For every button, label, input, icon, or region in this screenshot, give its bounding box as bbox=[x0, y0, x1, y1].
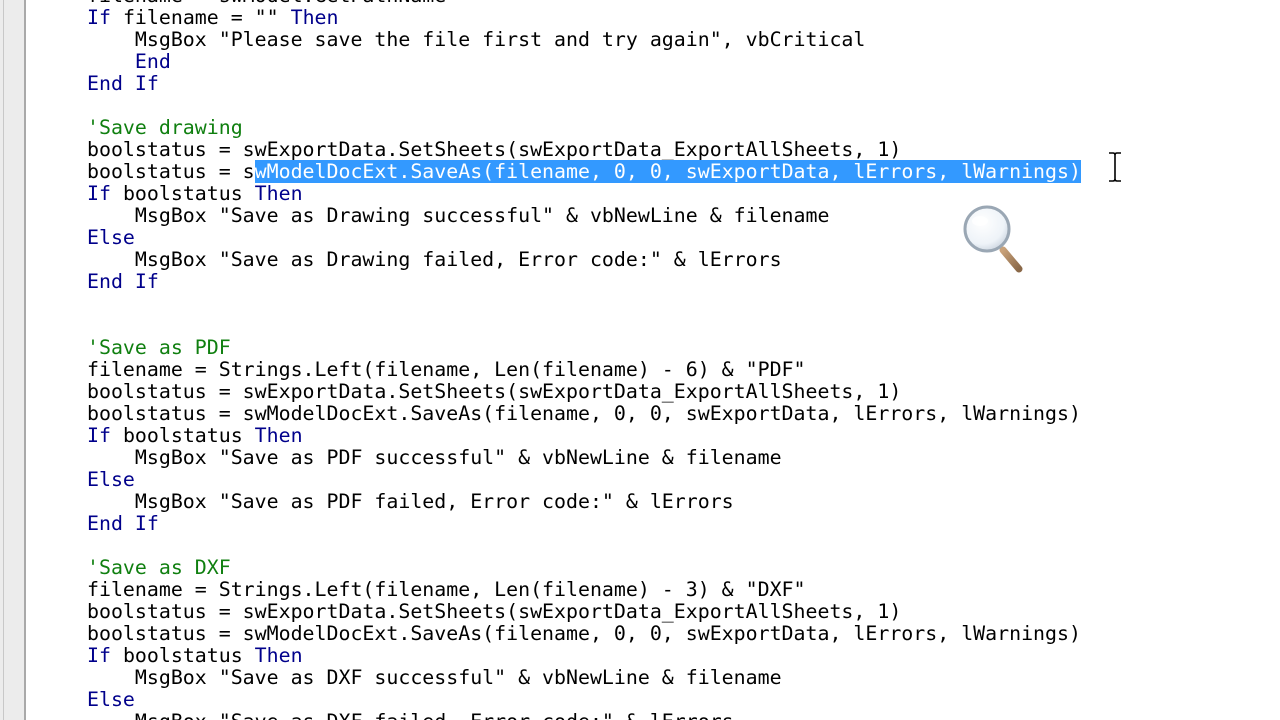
code-line[interactable]: Else bbox=[87, 469, 1081, 491]
code-text: MsgBox "Save as PDF successful" & vbNewL… bbox=[87, 446, 782, 469]
code-editor[interactable]: filename = swModel.GetPathNameIf filenam… bbox=[0, 0, 1280, 720]
code-keyword: If bbox=[87, 644, 123, 667]
editor-left-margin bbox=[0, 0, 26, 720]
code-line[interactable]: MsgBox "Save as PDF successful" & vbNewL… bbox=[87, 447, 1081, 469]
code-line[interactable]: Else bbox=[87, 227, 1081, 249]
code-text: MsgBox "Save as DXF failed, Error code:"… bbox=[87, 710, 734, 720]
code-keyword: End If bbox=[87, 512, 159, 535]
code-keyword: If bbox=[87, 182, 123, 205]
code-text: MsgBox "Please save the file first and t… bbox=[87, 28, 866, 51]
code-line[interactable]: If boolstatus Then bbox=[87, 645, 1081, 667]
code-line[interactable]: MsgBox "Please save the file first and t… bbox=[87, 29, 1081, 51]
code-line[interactable]: 'Save as DXF bbox=[87, 557, 1081, 579]
code-line[interactable]: If filename = "" Then bbox=[87, 7, 1081, 29]
code-keyword: Else bbox=[87, 468, 135, 491]
code-line[interactable]: MsgBox "Save as PDF failed, Error code:"… bbox=[87, 491, 1081, 513]
code-text: boolstatus = swExportData.SetSheets(swEx… bbox=[87, 138, 902, 161]
code-line[interactable]: MsgBox "Save as DXF failed, Error code:"… bbox=[87, 711, 1081, 720]
code-line[interactable]: If boolstatus Then bbox=[87, 183, 1081, 205]
magnifier-icon bbox=[963, 205, 1023, 273]
code-line[interactable]: boolstatus = swModelDocExt.SaveAs(filena… bbox=[87, 623, 1081, 645]
code-text: boolstatus = swExportData.SetSheets(swEx… bbox=[87, 600, 902, 623]
code-line[interactable] bbox=[87, 315, 1081, 337]
code-keyword: End If bbox=[87, 72, 159, 95]
code-text: boolstatus = swExportData.SetSheets(swEx… bbox=[87, 380, 902, 403]
code-line[interactable]: End bbox=[87, 51, 1081, 73]
code-line[interactable]: MsgBox "Save as DXF successful" & vbNewL… bbox=[87, 667, 1081, 689]
code-line[interactable]: If boolstatus Then bbox=[87, 425, 1081, 447]
code-keyword: Else bbox=[87, 688, 135, 711]
code-text: boolstatus bbox=[122, 424, 255, 447]
code-area[interactable]: filename = swModel.GetPathNameIf filenam… bbox=[87, 0, 1081, 720]
code-text: filename = Strings.Left(filename, Len(fi… bbox=[87, 578, 806, 601]
code-line[interactable]: boolstatus = swModelDocExt.SaveAs(filena… bbox=[87, 403, 1081, 425]
code-keyword: Then bbox=[254, 182, 303, 205]
code-keyword: Then bbox=[290, 6, 339, 29]
code-text: boolstatus bbox=[122, 182, 255, 205]
code-line[interactable] bbox=[87, 535, 1081, 557]
code-text: boolstatus = s bbox=[87, 160, 255, 183]
code-line[interactable] bbox=[87, 293, 1081, 315]
code-line[interactable]: filename = Strings.Left(filename, Len(fi… bbox=[87, 579, 1081, 601]
code-keyword: End If bbox=[87, 270, 159, 293]
code-text: boolstatus bbox=[122, 644, 255, 667]
code-keyword: End bbox=[87, 50, 171, 73]
code-line[interactable] bbox=[87, 95, 1081, 117]
code-comment: 'Save as DXF bbox=[87, 556, 231, 579]
code-text: MsgBox "Save as Drawing successful" & vb… bbox=[87, 204, 830, 227]
code-keyword: Else bbox=[87, 226, 135, 249]
code-line[interactable]: End If bbox=[87, 271, 1081, 293]
code-line[interactable]: Else bbox=[87, 689, 1081, 711]
code-text: MsgBox "Save as Drawing failed, Error co… bbox=[87, 248, 782, 271]
code-keyword: Then bbox=[254, 644, 303, 667]
selected-code-text: wModelDocExt.SaveAs(filename, 0, 0, swEx… bbox=[254, 160, 1081, 183]
code-comment: 'Save as PDF bbox=[87, 336, 231, 359]
code-text: boolstatus = swModelDocExt.SaveAs(filena… bbox=[87, 622, 1081, 645]
code-line[interactable]: boolstatus = swModelDocExt.SaveAs(filena… bbox=[87, 160, 1081, 183]
code-text: filename = "" bbox=[122, 6, 291, 29]
code-line[interactable]: boolstatus = swExportData.SetSheets(swEx… bbox=[87, 139, 1081, 161]
code-line[interactable]: filename = Strings.Left(filename, Len(fi… bbox=[87, 359, 1081, 381]
code-line[interactable]: 'Save as PDF bbox=[87, 337, 1081, 359]
code-comment: 'Save drawing bbox=[87, 116, 243, 139]
code-keyword: Then bbox=[254, 424, 303, 447]
code-line[interactable]: boolstatus = swExportData.SetSheets(swEx… bbox=[87, 601, 1081, 623]
code-keyword: If bbox=[87, 424, 123, 447]
code-keyword: If bbox=[87, 6, 123, 29]
ibeam-cursor-icon bbox=[1109, 152, 1121, 182]
code-text: boolstatus = swModelDocExt.SaveAs(filena… bbox=[87, 402, 1081, 425]
code-text: MsgBox "Save as DXF successful" & vbNewL… bbox=[87, 666, 782, 689]
code-line[interactable]: MsgBox "Save as Drawing successful" & vb… bbox=[87, 205, 1081, 227]
code-line[interactable]: End If bbox=[87, 513, 1081, 535]
code-line[interactable]: 'Save drawing bbox=[87, 117, 1081, 139]
code-line[interactable]: MsgBox "Save as Drawing failed, Error co… bbox=[87, 249, 1081, 271]
code-text: filename = Strings.Left(filename, Len(fi… bbox=[87, 358, 806, 381]
code-line[interactable]: End If bbox=[87, 73, 1081, 95]
code-text: MsgBox "Save as PDF failed, Error code:"… bbox=[87, 490, 734, 513]
code-line[interactable]: boolstatus = swExportData.SetSheets(swEx… bbox=[87, 381, 1081, 403]
